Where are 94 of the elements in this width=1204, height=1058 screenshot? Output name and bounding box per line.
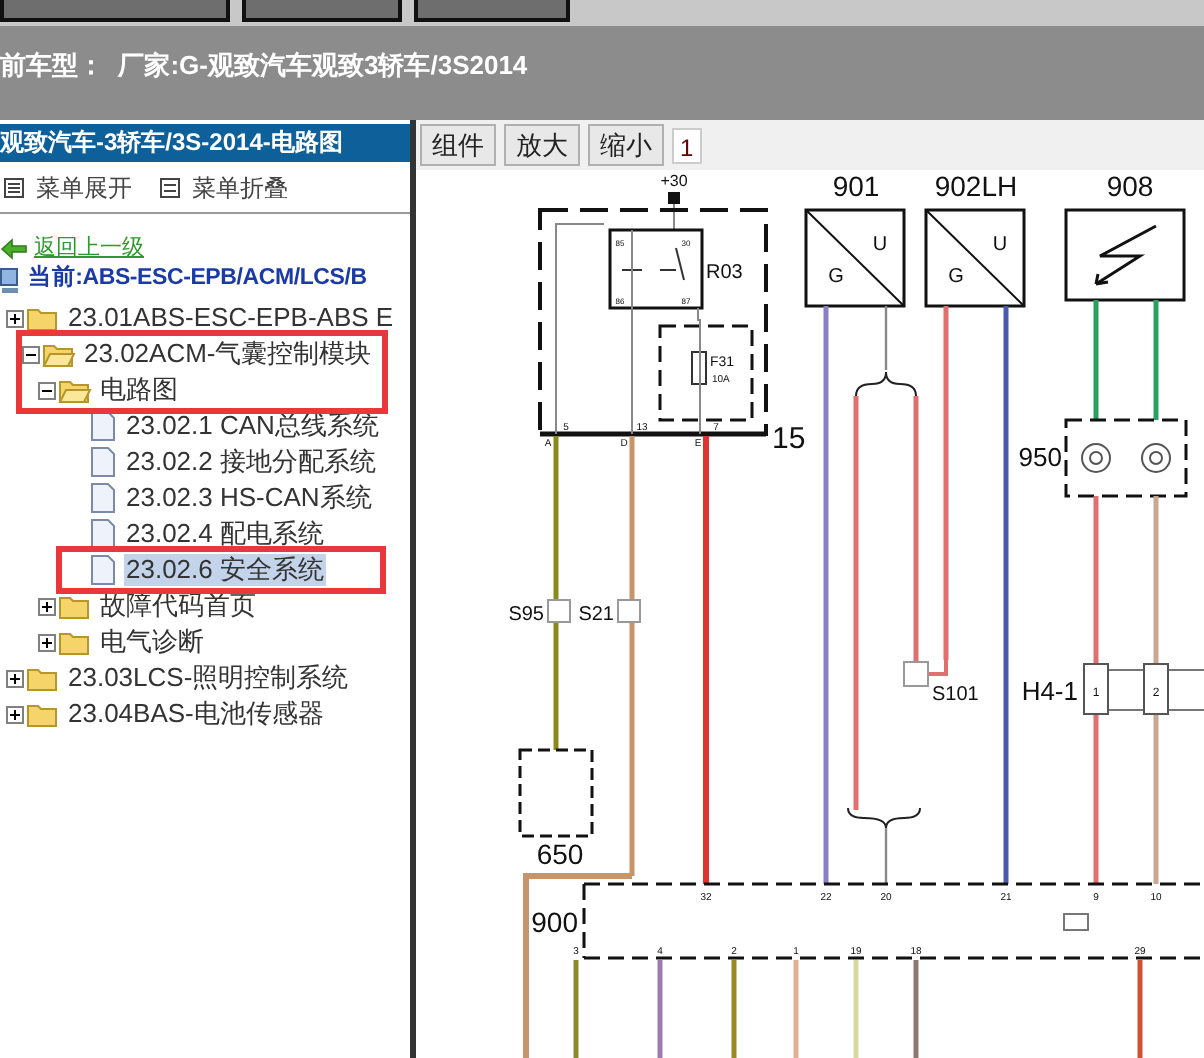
toolbar-button[interactable]: 组件	[420, 124, 496, 166]
tree-item[interactable]: 23.02.3 HS-CAN系统	[124, 482, 374, 514]
wire	[1137, 960, 1143, 1058]
relay-switch-drawing	[621, 247, 685, 281]
tree-item[interactable]: 23.04BAS-电池传感器	[66, 698, 326, 730]
unit-label: 900	[531, 906, 578, 938]
folder-icon	[26, 664, 60, 692]
tree-item[interactable]: 23.03LCS-照明控制系统	[66, 662, 351, 694]
splice-icon	[903, 661, 929, 687]
document-icon	[90, 410, 116, 442]
sensor-letter: G	[828, 266, 844, 288]
coil-icon	[1141, 443, 1171, 473]
connector-pin	[1143, 663, 1169, 715]
toolbar-button[interactable]: 缩小	[588, 124, 664, 166]
document-icon	[90, 554, 116, 586]
toolbar-tile[interactable]	[0, 0, 230, 22]
splice-label: S21	[578, 604, 614, 626]
current-path: 当前:ABS-ESC-EPB/ACM/LCS/B	[28, 262, 367, 295]
folder-icon	[58, 628, 92, 656]
wire	[853, 960, 859, 1058]
expand-icon[interactable]	[6, 669, 24, 687]
tree-item[interactable]: 23.02.6 安全系统	[124, 554, 326, 586]
collapse-icon[interactable]	[38, 381, 56, 399]
expand-icon[interactable]	[6, 309, 24, 327]
sensor-letter: G	[948, 266, 964, 288]
document-icon	[90, 482, 116, 514]
sensor-box	[924, 208, 1026, 308]
sensor-label: 908	[1106, 170, 1154, 202]
splice-label: S95	[508, 604, 544, 626]
chip-icon	[1063, 913, 1089, 931]
splice-label: S101	[932, 684, 979, 706]
sensor-letter: U	[872, 234, 888, 256]
vehicle-model: 前车型： 厂家:G-观致汽车观致3轿车/3S2014	[0, 50, 528, 80]
computer-icon	[0, 267, 20, 293]
wire	[793, 960, 799, 1058]
sensor-box	[1064, 208, 1186, 302]
open-folder-icon	[58, 376, 92, 404]
tree-item[interactable]: 23.02.2 接地分配系统	[124, 446, 378, 478]
wire	[1153, 300, 1159, 420]
expand-icon[interactable]	[38, 597, 56, 615]
wire	[731, 960, 737, 1058]
unit-outline	[1064, 418, 1188, 498]
wire	[657, 960, 663, 1058]
supply-label: +30	[660, 172, 688, 190]
folder-icon	[58, 592, 92, 620]
open-folder-icon	[42, 340, 76, 368]
expand-icon[interactable]	[6, 705, 24, 723]
wire	[884, 828, 888, 884]
list-icon	[4, 177, 24, 197]
splice-icon	[547, 599, 571, 623]
coil-icon	[1081, 443, 1111, 473]
relay-label: R03	[706, 262, 743, 284]
unit-label: 650	[536, 838, 584, 870]
tree-item[interactable]: 电路图	[98, 374, 180, 406]
toolbar-tile[interactable]	[414, 0, 570, 22]
wire	[913, 960, 919, 1058]
sensor-label: 901	[832, 170, 880, 202]
unit-outline	[518, 748, 594, 838]
wire	[884, 306, 888, 370]
connector-pin	[1083, 663, 1109, 715]
sensor-box	[804, 208, 906, 308]
back-arrow-icon	[0, 237, 28, 259]
connector-label: H4-1	[1021, 676, 1078, 706]
relay-box	[608, 228, 704, 310]
toolbar-button[interactable]: 放大	[504, 124, 580, 166]
impact-symbol-icon	[1094, 224, 1158, 286]
folder-icon	[26, 700, 60, 728]
splice-icon	[617, 599, 641, 623]
back-link[interactable]: 返回上一级	[34, 231, 144, 265]
wire	[1093, 300, 1099, 420]
terminal-icon	[668, 192, 680, 204]
panel-title: 观致汽车-3轿车/3S-2014-电路图	[0, 124, 410, 162]
brace-icon	[847, 807, 921, 829]
document-icon	[90, 446, 116, 478]
brace-icon	[855, 371, 917, 397]
sensor-label: 902LH	[934, 170, 1018, 202]
collapse-icon[interactable]	[22, 345, 40, 363]
tree-item[interactable]: 23.02ACM-气囊控制模块	[82, 338, 374, 370]
tree-item[interactable]: 故障代码首页	[98, 590, 258, 622]
unit-label: 950	[1018, 442, 1062, 472]
toolbar-tile[interactable]	[242, 0, 402, 22]
tree-item[interactable]: 电气诊断	[98, 626, 206, 658]
expand-icon[interactable]	[38, 633, 56, 651]
folder-icon	[26, 304, 60, 332]
tree-item[interactable]: 23.02.4 配电系统	[124, 518, 326, 550]
menu-link[interactable]: 菜单展开	[36, 169, 132, 205]
document-icon	[90, 518, 116, 550]
tree-item[interactable]: 23.01ABS-ESC-EPB-ABS E	[66, 302, 396, 334]
sensor-letter: U	[992, 234, 1008, 256]
menu-link[interactable]: 菜单折叠	[192, 169, 288, 205]
fuse-outline	[658, 324, 754, 422]
list-icon	[160, 177, 180, 197]
page-number: 1	[672, 127, 702, 163]
module-label: 15	[772, 422, 806, 456]
